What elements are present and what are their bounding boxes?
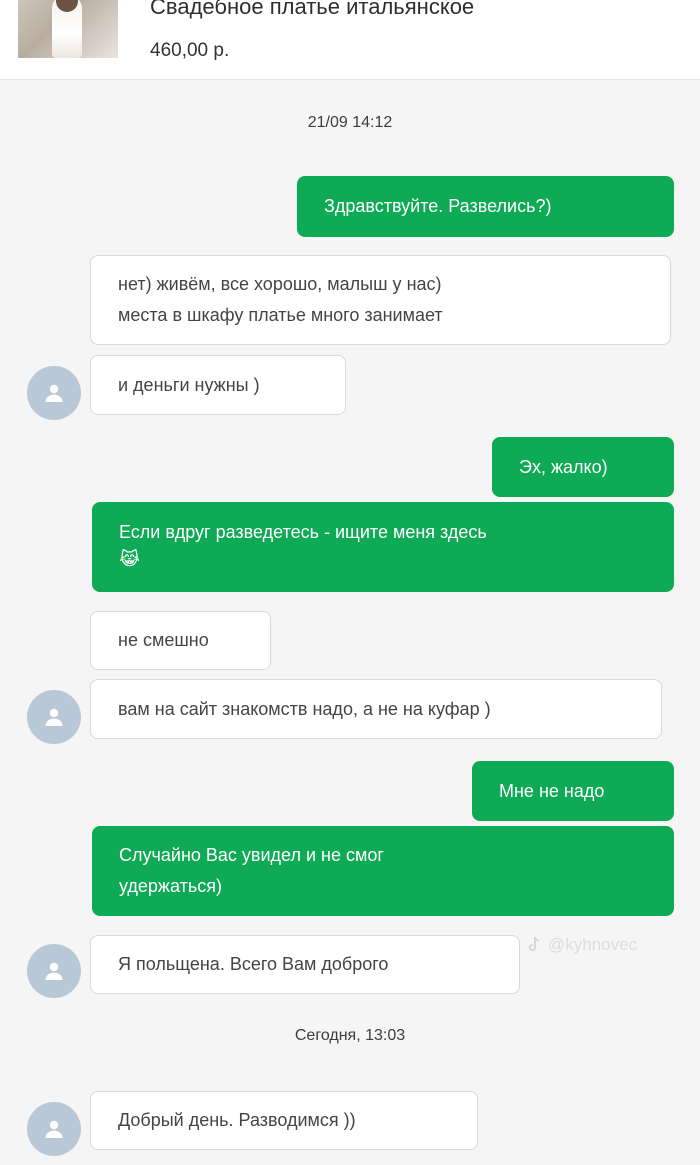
user-avatar[interactable] (27, 1102, 81, 1156)
message-text: Мне не надо (499, 780, 605, 801)
listing-header[interactable]: Свадебное платье итальянское 460,00 р. (0, 0, 700, 80)
message-text: Добрый день. Разводимся )) (118, 1110, 356, 1130)
message-text: Эх, жалко) (519, 456, 608, 477)
message-bubble-outgoing[interactable]: Здравствуйте. Развелись?) (297, 176, 674, 237)
message-bubble-outgoing[interactable]: Мне не надо (472, 761, 674, 821)
message-bubble-incoming[interactable]: и деньги нужны ) (90, 355, 346, 415)
grinning-cat-emoji: 😹 (119, 549, 141, 569)
message-text: Если вдруг разведетесь - ищите меня здес… (119, 522, 487, 542)
user-avatar[interactable] (27, 690, 81, 744)
user-avatar[interactable] (27, 944, 81, 998)
message-text: не смешно (118, 630, 209, 650)
message-bubble-outgoing[interactable]: Если вдруг разведетесь - ищите меня здес… (92, 502, 674, 592)
tiktok-watermark: @kyhnovec (526, 935, 637, 955)
message-text: нет) живём, все хорошо, малыш у нас) мес… (118, 274, 443, 325)
message-text: Случайно Вас увидел и не смог удержаться… (119, 845, 384, 896)
message-text: и деньги нужны ) (118, 374, 260, 395)
listing-thumbnail[interactable] (18, 0, 118, 58)
chat-timestamp: Сегодня, 13:03 (294, 1027, 406, 1044)
message-text: Я польщена. Всего Вам доброго (118, 954, 389, 974)
message-bubble-incoming[interactable]: нет) живём, все хорошо, малыш у нас) мес… (90, 255, 671, 345)
user-icon (45, 708, 63, 726)
chat-timestamp: 21/09 14:12 (307, 114, 393, 131)
user-icon (45, 962, 63, 980)
message-bubble-incoming[interactable]: Добрый день. Разводимся )) (90, 1091, 478, 1150)
message-bubble-outgoing[interactable]: Случайно Вас увидел и не смог удержаться… (92, 826, 674, 916)
listing-title[interactable]: Свадебное платье итальянское (150, 0, 474, 20)
watermark-handle: @kyhnovec (548, 935, 638, 954)
user-icon (45, 384, 63, 402)
tiktok-icon (528, 936, 540, 952)
message-bubble-incoming[interactable]: Я польщена. Всего Вам доброго (90, 935, 520, 994)
listing-price: 460,00 р. (150, 40, 230, 61)
user-avatar[interactable] (27, 366, 81, 420)
message-text: Здравствуйте. Развелись?) (324, 196, 552, 216)
message-bubble-outgoing[interactable]: Эх, жалко) (492, 437, 674, 497)
message-bubble-incoming[interactable]: вам на сайт знакомств надо, а не на куфа… (90, 679, 662, 739)
user-icon (45, 1120, 63, 1138)
message-bubble-incoming[interactable]: не смешно (90, 611, 271, 670)
message-text: вам на сайт знакомств надо, а не на куфа… (118, 698, 491, 719)
